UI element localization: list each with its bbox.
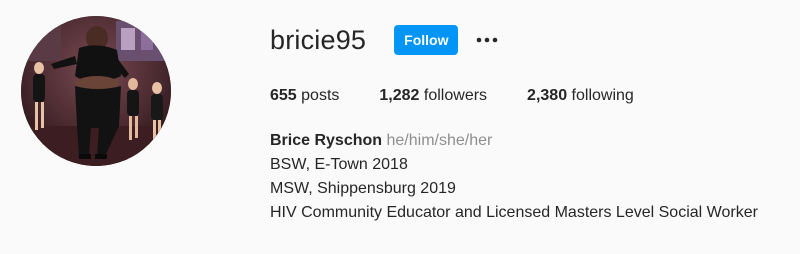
- posts-count: 655: [270, 87, 297, 104]
- following-count: 2,380: [527, 87, 568, 104]
- followers-stat[interactable]: 1,282 followers: [379, 86, 487, 106]
- followers-count: 1,282: [379, 87, 420, 104]
- bio-line: HIV Community Educator and Licensed Mast…: [270, 204, 758, 221]
- profile-photo: [21, 16, 171, 166]
- more-options-button[interactable]: [472, 25, 502, 55]
- following-stat[interactable]: 2,380 following: [527, 86, 634, 106]
- profile-title-row: bricie95 Follow: [270, 24, 502, 56]
- followers-label: followers: [423, 87, 488, 104]
- full-name: Brice Ryschon: [270, 132, 383, 149]
- bio-line: BSW, E-Town 2018: [270, 156, 408, 173]
- profile-avatar[interactable]: [21, 16, 171, 166]
- posts-label: posts: [301, 87, 340, 104]
- profile-header: bricie95 Follow 655 posts 1,282 follower…: [0, 0, 800, 254]
- pronouns: he/him/she/her: [386, 132, 493, 149]
- following-label: following: [571, 87, 634, 104]
- follow-button[interactable]: Follow: [394, 25, 459, 55]
- more-horizontal-icon: [477, 37, 498, 43]
- profile-bio: Brice Ryschon he/him/she/her BSW, E-Town…: [270, 129, 758, 225]
- username: bricie95: [270, 25, 367, 55]
- bio-name-row: Brice Ryschon he/him/she/her: [270, 129, 758, 153]
- profile-stats: 655 posts 1,282 followers 2,380 followin…: [270, 86, 674, 106]
- posts-stat: 655 posts: [270, 86, 339, 106]
- bio-line: MSW, Shippensburg 2019: [270, 180, 456, 197]
